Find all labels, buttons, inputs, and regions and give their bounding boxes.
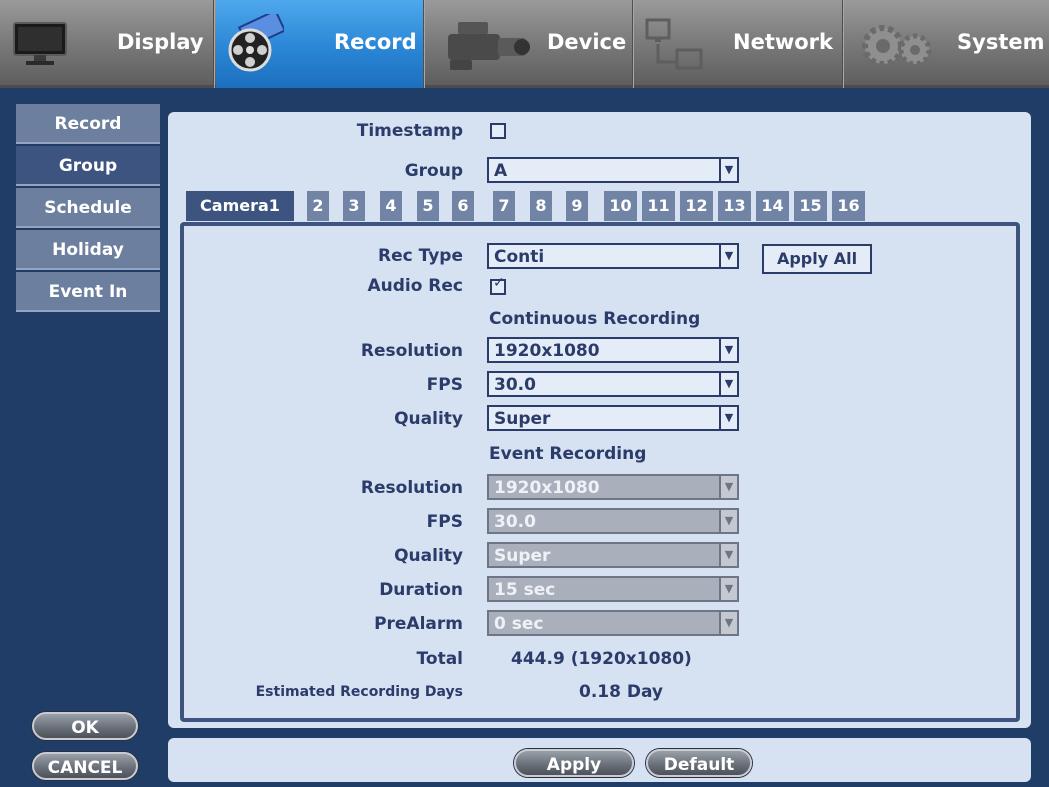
- event-fps-value: 30.0: [494, 512, 536, 532]
- total-value: 444.9 (1920x1080): [511, 649, 692, 669]
- estimated-recording-days-value: 0.18 Day: [579, 682, 664, 702]
- prealarm-select[interactable]: 0 sec ▼: [487, 610, 739, 636]
- tab-camera-1[interactable]: Camera1: [186, 191, 294, 221]
- event-quality-select[interactable]: Super ▼: [487, 542, 739, 568]
- tab-camera-5[interactable]: 5: [417, 191, 439, 221]
- chevron-down-icon: ▼: [719, 407, 737, 429]
- nav-label-network: Network: [733, 30, 834, 54]
- chevron-down-icon: ▼: [719, 612, 737, 634]
- nav-label-system: System: [957, 30, 1045, 54]
- event-resolution-select[interactable]: 1920x1080 ▼: [487, 474, 739, 500]
- camcorder-icon: [448, 22, 530, 70]
- duration-label: Duration: [379, 580, 463, 600]
- cancel-button[interactable]: CANCEL: [32, 752, 138, 780]
- sidebar-item-schedule[interactable]: Schedule: [16, 188, 160, 228]
- tab-camera-10[interactable]: 10: [604, 191, 637, 221]
- continuous-fps-value: 30.0: [494, 375, 536, 395]
- network-icon: [645, 18, 703, 70]
- rec-type-label: Rec Type: [378, 246, 463, 266]
- nav-divider: [213, 0, 215, 88]
- duration-value: 15 sec: [494, 580, 556, 600]
- event-fps-label: FPS: [426, 512, 463, 532]
- timestamp-checkbox[interactable]: [490, 123, 506, 139]
- chevron-down-icon: ▼: [719, 510, 737, 532]
- nav-underband: [0, 88, 1049, 98]
- apply-button[interactable]: Apply: [514, 749, 634, 777]
- nav-divider: [632, 0, 634, 88]
- continuous-fps-select[interactable]: 30.0 ▼: [487, 371, 739, 397]
- nav-tab-network[interactable]: Network: [635, 0, 842, 88]
- continuous-resolution-select[interactable]: 1920x1080 ▼: [487, 337, 739, 363]
- group-select[interactable]: A ▼: [487, 157, 739, 183]
- nav-label-display: Display: [117, 30, 204, 54]
- chevron-down-icon: ▼: [719, 159, 737, 181]
- audio-rec-label: Audio Rec: [367, 276, 463, 296]
- continuous-quality-label: Quality: [394, 409, 463, 429]
- tab-camera-11[interactable]: 11: [642, 191, 675, 221]
- tab-camera-6[interactable]: 6: [452, 191, 474, 221]
- tab-camera-2[interactable]: 2: [307, 191, 329, 221]
- tab-camera-8[interactable]: 8: [530, 191, 552, 221]
- tab-camera-14[interactable]: 14: [756, 191, 789, 221]
- tab-camera-4[interactable]: 4: [380, 191, 402, 221]
- tab-camera-9[interactable]: 9: [566, 191, 588, 221]
- tab-camera-12[interactable]: 12: [680, 191, 713, 221]
- nav-tab-display[interactable]: Display: [0, 0, 214, 88]
- rec-type-select[interactable]: Conti ▼: [487, 243, 739, 269]
- group-label: Group: [404, 161, 463, 181]
- event-resolution-label: Resolution: [360, 478, 463, 498]
- continuous-resolution-label: Resolution: [360, 341, 463, 361]
- tab-camera-3[interactable]: 3: [343, 191, 365, 221]
- tab-camera-13[interactable]: 13: [718, 191, 751, 221]
- chevron-down-icon: ▼: [719, 373, 737, 395]
- apply-all-button[interactable]: Apply All: [762, 244, 872, 274]
- chevron-down-icon: ▼: [719, 245, 737, 267]
- film-reel-icon: [228, 14, 284, 72]
- gears-icon: [862, 25, 932, 67]
- prealarm-value: 0 sec: [494, 614, 544, 634]
- nav-divider: [842, 0, 844, 88]
- duration-select[interactable]: 15 sec ▼: [487, 576, 739, 602]
- sidebar-item-record[interactable]: Record: [16, 104, 160, 144]
- default-button[interactable]: Default: [646, 749, 752, 777]
- event-quality-value: Super: [494, 546, 551, 566]
- prealarm-label: PreAlarm: [374, 614, 463, 634]
- chevron-down-icon: ▼: [719, 339, 737, 361]
- sidebar-item-holiday[interactable]: Holiday: [16, 230, 160, 270]
- nav-label-record: Record: [334, 30, 417, 54]
- continuous-fps-label: FPS: [426, 375, 463, 395]
- checkmark-icon: ✓: [493, 275, 505, 291]
- nav-tab-record[interactable]: Record: [216, 0, 423, 88]
- chevron-down-icon: ▼: [719, 544, 737, 566]
- group-select-value: A: [494, 161, 508, 181]
- ok-button[interactable]: OK: [32, 712, 138, 740]
- top-navigation: Display Record Device Network System: [0, 0, 1049, 88]
- rec-type-value: Conti: [494, 247, 545, 267]
- monitor-icon: [13, 22, 67, 65]
- tab-camera-7[interactable]: 7: [493, 191, 515, 221]
- continuous-quality-value: Super: [494, 409, 551, 429]
- chevron-down-icon: ▼: [719, 476, 737, 498]
- sidebar-item-group[interactable]: Group: [16, 146, 160, 186]
- event-resolution-value: 1920x1080: [494, 478, 600, 498]
- sidebar-item-event-in[interactable]: Event In: [16, 272, 160, 312]
- nav-tab-system[interactable]: System: [845, 0, 1049, 88]
- audio-rec-checkbox[interactable]: ✓: [490, 275, 506, 295]
- nav-tab-device[interactable]: Device: [426, 0, 632, 88]
- estimated-recording-days-label: Estimated Recording Days: [255, 684, 463, 700]
- tab-camera-16[interactable]: 16: [832, 191, 865, 221]
- tab-camera-15[interactable]: 15: [794, 191, 827, 221]
- continuous-recording-heading: Continuous Recording: [489, 309, 701, 329]
- nav-divider: [423, 0, 425, 88]
- continuous-resolution-value: 1920x1080: [494, 341, 600, 361]
- event-fps-select[interactable]: 30.0 ▼: [487, 508, 739, 534]
- camera-settings-box: [180, 222, 1020, 722]
- event-quality-label: Quality: [394, 546, 463, 566]
- event-recording-heading: Event Recording: [489, 444, 647, 464]
- chevron-down-icon: ▼: [719, 578, 737, 600]
- total-label: Total: [416, 649, 463, 669]
- continuous-quality-select[interactable]: Super ▼: [487, 405, 739, 431]
- nav-label-device: Device: [547, 30, 627, 54]
- timestamp-label: Timestamp: [356, 121, 463, 141]
